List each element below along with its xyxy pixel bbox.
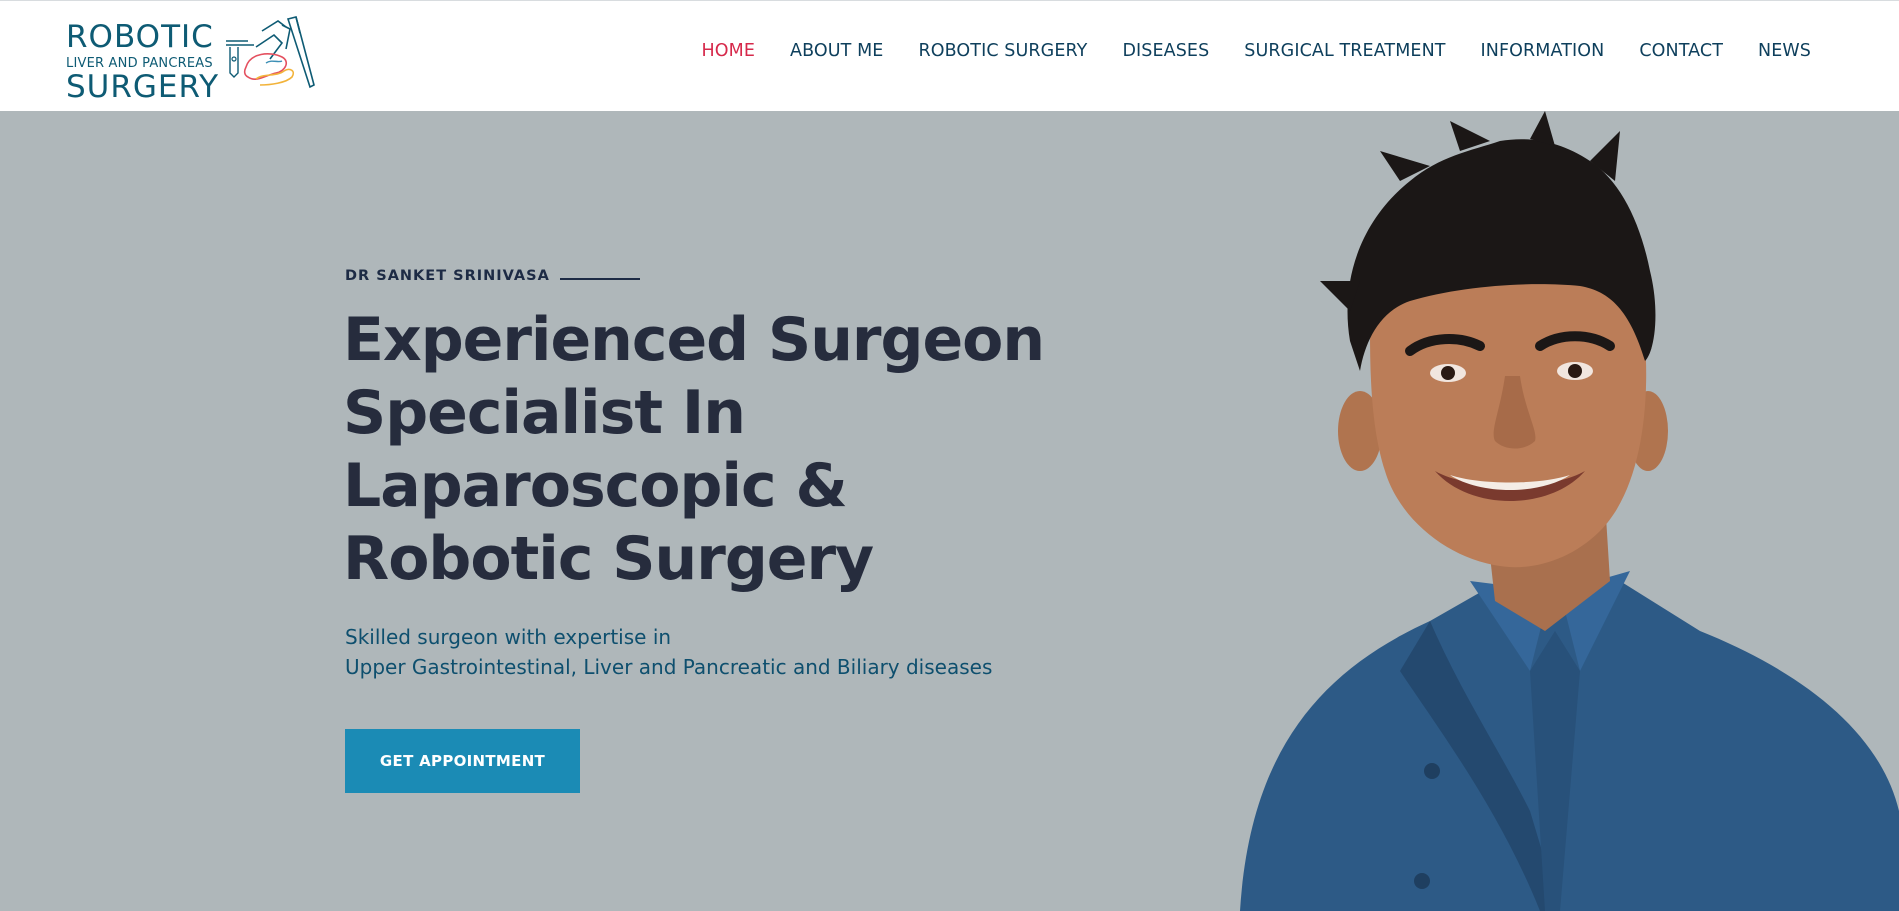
nav-item-robotic-surgery[interactable]: ROBOTIC SURGERY bbox=[918, 41, 1087, 61]
nav-item-diseases[interactable]: DISEASES bbox=[1122, 41, 1209, 61]
site-logo[interactable]: ROBOTIC LIVER AND PANCREAS SURGERY bbox=[66, 13, 316, 105]
get-appointment-button[interactable]: GET APPOINTMENT bbox=[345, 729, 580, 793]
nav-item-news[interactable]: NEWS bbox=[1758, 41, 1811, 61]
nav-item-about-me[interactable]: ABOUT ME bbox=[790, 41, 883, 61]
hero-subtitle-line-2: Upper Gastrointestinal, Liver and Pancre… bbox=[345, 655, 993, 679]
robotic-arm-icon bbox=[226, 16, 315, 89]
nav-item-information[interactable]: INFORMATION bbox=[1481, 41, 1605, 61]
doctor-portrait-image bbox=[1240, 111, 1899, 911]
site-header: ROBOTIC LIVER AND PANCREAS SURGERY HOME … bbox=[0, 0, 1899, 111]
nav-item-home[interactable]: HOME bbox=[702, 41, 756, 61]
hero-section: DR SANKET SRINIVASA Experienced Surgeon … bbox=[0, 111, 1899, 911]
nav-item-contact[interactable]: CONTACT bbox=[1639, 41, 1723, 61]
main-navigation: HOME ABOUT ME ROBOTIC SURGERY DISEASES S… bbox=[667, 41, 1812, 61]
logo-text-surgery: SURGERY bbox=[66, 69, 220, 105]
logo-text-robotic: ROBOTIC bbox=[66, 19, 214, 55]
doctor-name: DR SANKET SRINIVASA bbox=[345, 268, 550, 284]
hero-subtitle-line-1: Skilled surgeon with expertise in bbox=[345, 625, 672, 649]
hero-headline: Experienced Surgeon Specialist In Laparo… bbox=[343, 305, 1045, 594]
nav-item-surgical-treatment[interactable]: SURGICAL TREATMENT bbox=[1244, 41, 1445, 61]
eyebrow-divider bbox=[559, 278, 640, 280]
hero-eyebrow: DR SANKET SRINIVASA bbox=[345, 268, 640, 284]
